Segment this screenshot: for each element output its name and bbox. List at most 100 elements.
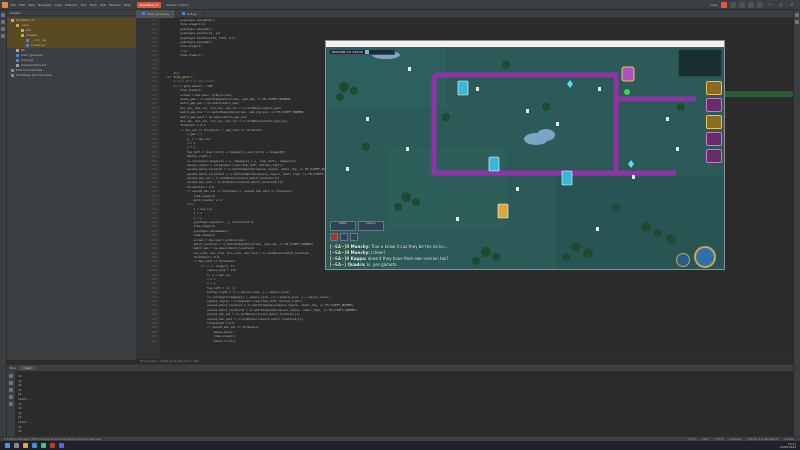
menu-item[interactable]: Window xyxy=(109,3,121,7)
menu-item[interactable]: Run xyxy=(81,3,87,7)
code-token: second_max_val >= threshold xyxy=(192,189,240,194)
bookmarks-tool-icon[interactable] xyxy=(1,34,5,38)
menu-item[interactable]: Refactor xyxy=(65,3,78,7)
chat-box[interactable]: [~EA~]R Munchy: True u know it cuz they … xyxy=(330,244,590,269)
settings-icon[interactable] xyxy=(757,1,763,8)
world-toggle-button[interactable] xyxy=(676,253,690,267)
tree-item[interactable]: Scratches and Consoles xyxy=(7,73,136,78)
hero-card[interactable] xyxy=(706,115,722,129)
code-token: hands_gem = cv.matchTemplate(screen, gem… xyxy=(160,97,292,102)
search-taskbar-icon[interactable] xyxy=(14,443,19,448)
code-token: second_max_val2 = cv.minMaxLoc(second_ma… xyxy=(160,316,304,321)
stop-icon[interactable] xyxy=(739,1,745,8)
menu-item[interactable]: Navigate xyxy=(38,3,51,7)
chat-username[interactable]: Munchy: xyxy=(349,244,370,249)
mail-icon[interactable] xyxy=(330,233,338,241)
start-menu-icon[interactable] xyxy=(5,443,10,448)
main-action-button[interactable] xyxy=(694,246,716,268)
run-icon[interactable] xyxy=(721,1,727,8)
close-icon[interactable]: × xyxy=(788,2,796,8)
game-window[interactable]: MISSIONS 1/3 3:36:00 Battle Alliance [~E… xyxy=(325,40,725,270)
chat-username[interactable]: Kappa: xyxy=(349,256,367,261)
editor-tab[interactable]: bot.py xyxy=(176,9,204,18)
code-token: # find gold on the board xyxy=(160,79,214,84)
run-panel-title: Run xyxy=(10,366,16,370)
scroll-end-icon[interactable] xyxy=(9,388,13,392)
code-token: second_max_val = cv.minMaxLoc(second_mat… xyxy=(160,312,300,317)
battle-button[interactable]: Battle xyxy=(330,221,356,231)
system-tray[interactable]: 12:11 10.06.2023 xyxy=(780,442,796,449)
menu-item[interactable]: Code xyxy=(54,3,62,7)
bag-icon[interactable] xyxy=(350,233,358,241)
run-config-selector[interactable]: main xyxy=(711,3,719,7)
run-tab-main[interactable]: main xyxy=(19,366,36,370)
trash-icon[interactable] xyxy=(9,402,13,406)
project-tool-icon[interactable] xyxy=(1,13,5,17)
tree-item-label: External Libraries xyxy=(16,68,43,72)
chat-username[interactable]: Quadra: xyxy=(346,262,366,267)
python-file-icon xyxy=(142,12,145,15)
structure-tool-icon[interactable] xyxy=(1,27,5,31)
vcs-widget[interactable]: Version control xyxy=(166,3,188,7)
editor-tab[interactable]: main_game.py xyxy=(136,9,177,18)
hero-card[interactable] xyxy=(706,149,722,163)
stop-run-icon[interactable] xyxy=(9,381,13,385)
hud-gem-icon[interactable] xyxy=(364,50,369,54)
menu-item[interactable]: File xyxy=(11,3,16,7)
code-token: time.sleep(1) xyxy=(160,88,203,93)
menu-item[interactable]: Edit xyxy=(19,3,25,7)
code-line[interactable]: mouse.click() xyxy=(160,339,793,343)
code-token: max_val2 >= threshold: xyxy=(198,259,236,264)
folder-icon xyxy=(16,48,19,52)
chat-username[interactable]: Munchy: xyxy=(349,250,370,255)
discord-icon[interactable] xyxy=(59,443,64,448)
print-icon[interactable] xyxy=(9,395,13,399)
chat-alliance-tag: [~EA~] xyxy=(330,244,347,249)
code-token: y = y xyxy=(160,281,216,286)
minimize-icon[interactable]: – xyxy=(766,2,774,8)
commit-tool-icon[interactable] xyxy=(1,20,5,24)
notifications-icon[interactable] xyxy=(795,13,799,17)
python-file-icon xyxy=(16,58,19,62)
hero-card[interactable] xyxy=(706,132,722,146)
menu-item[interactable]: Help xyxy=(124,3,131,7)
run-output[interactable]: 11 11 11 11 11 start ... 11 11 11 11 start ... 11 11 xyxy=(15,371,793,436)
python-file-icon xyxy=(16,53,19,57)
code-token: match_gem_pos = np.where(match_gem) xyxy=(160,101,240,106)
code-token: for xyxy=(160,263,208,268)
game-hud-bar[interactable]: MISSIONS 1/3 3:36:00 xyxy=(329,49,395,55)
library-icon xyxy=(11,68,14,72)
project-widget[interactable]: RoyalBot_v3 xyxy=(136,1,162,8)
browser-icon[interactable] xyxy=(32,443,37,448)
code-token: time.sleep(1) xyxy=(160,193,216,198)
chat-alliance-tag: [~EA~] xyxy=(330,250,347,255)
maximize-icon[interactable]: □ xyxy=(777,2,785,8)
python-file-icon xyxy=(26,38,29,42)
tree-item-label: main_game.py xyxy=(21,53,44,57)
debug-icon[interactable] xyxy=(730,1,736,8)
hero-card[interactable] xyxy=(706,81,722,95)
chat-text: doesnt they have their own version too? xyxy=(366,256,449,261)
code-token: second_match_location2 = cv.matchTemplat… xyxy=(160,307,358,312)
title-right-tools: main – □ × xyxy=(711,1,797,8)
menu-item[interactable]: View xyxy=(28,3,35,7)
game-app-icon[interactable] xyxy=(50,443,55,448)
alliance-button[interactable]: Alliance xyxy=(358,221,384,231)
hero-card[interactable] xyxy=(706,98,722,112)
code-token: match_location = cv.matchTemplate(screen… xyxy=(160,241,314,246)
project-tree: RoyalBot_v3 .venv bot images __init__.py scre… xyxy=(7,16,136,78)
file-explorer-icon[interactable] xyxy=(23,443,28,448)
rerun-icon[interactable] xyxy=(9,374,13,378)
battle-button-label: Battle xyxy=(339,222,347,225)
database-icon[interactable] xyxy=(795,20,799,24)
tree-item-label: Scratches and Consoles xyxy=(16,73,52,77)
search-icon[interactable] xyxy=(748,1,754,8)
minimap[interactable] xyxy=(678,49,722,77)
pycharm-icon[interactable] xyxy=(41,443,46,448)
code-token: if xyxy=(160,259,199,264)
menu-item[interactable]: VCS xyxy=(100,3,106,7)
menu-item[interactable]: Tools xyxy=(89,3,96,7)
quest-icon[interactable] xyxy=(340,233,348,241)
code-token: second_max_val2 = cv.minMaxLoc(second_ma… xyxy=(160,180,283,185)
python-file-icon xyxy=(26,43,29,47)
